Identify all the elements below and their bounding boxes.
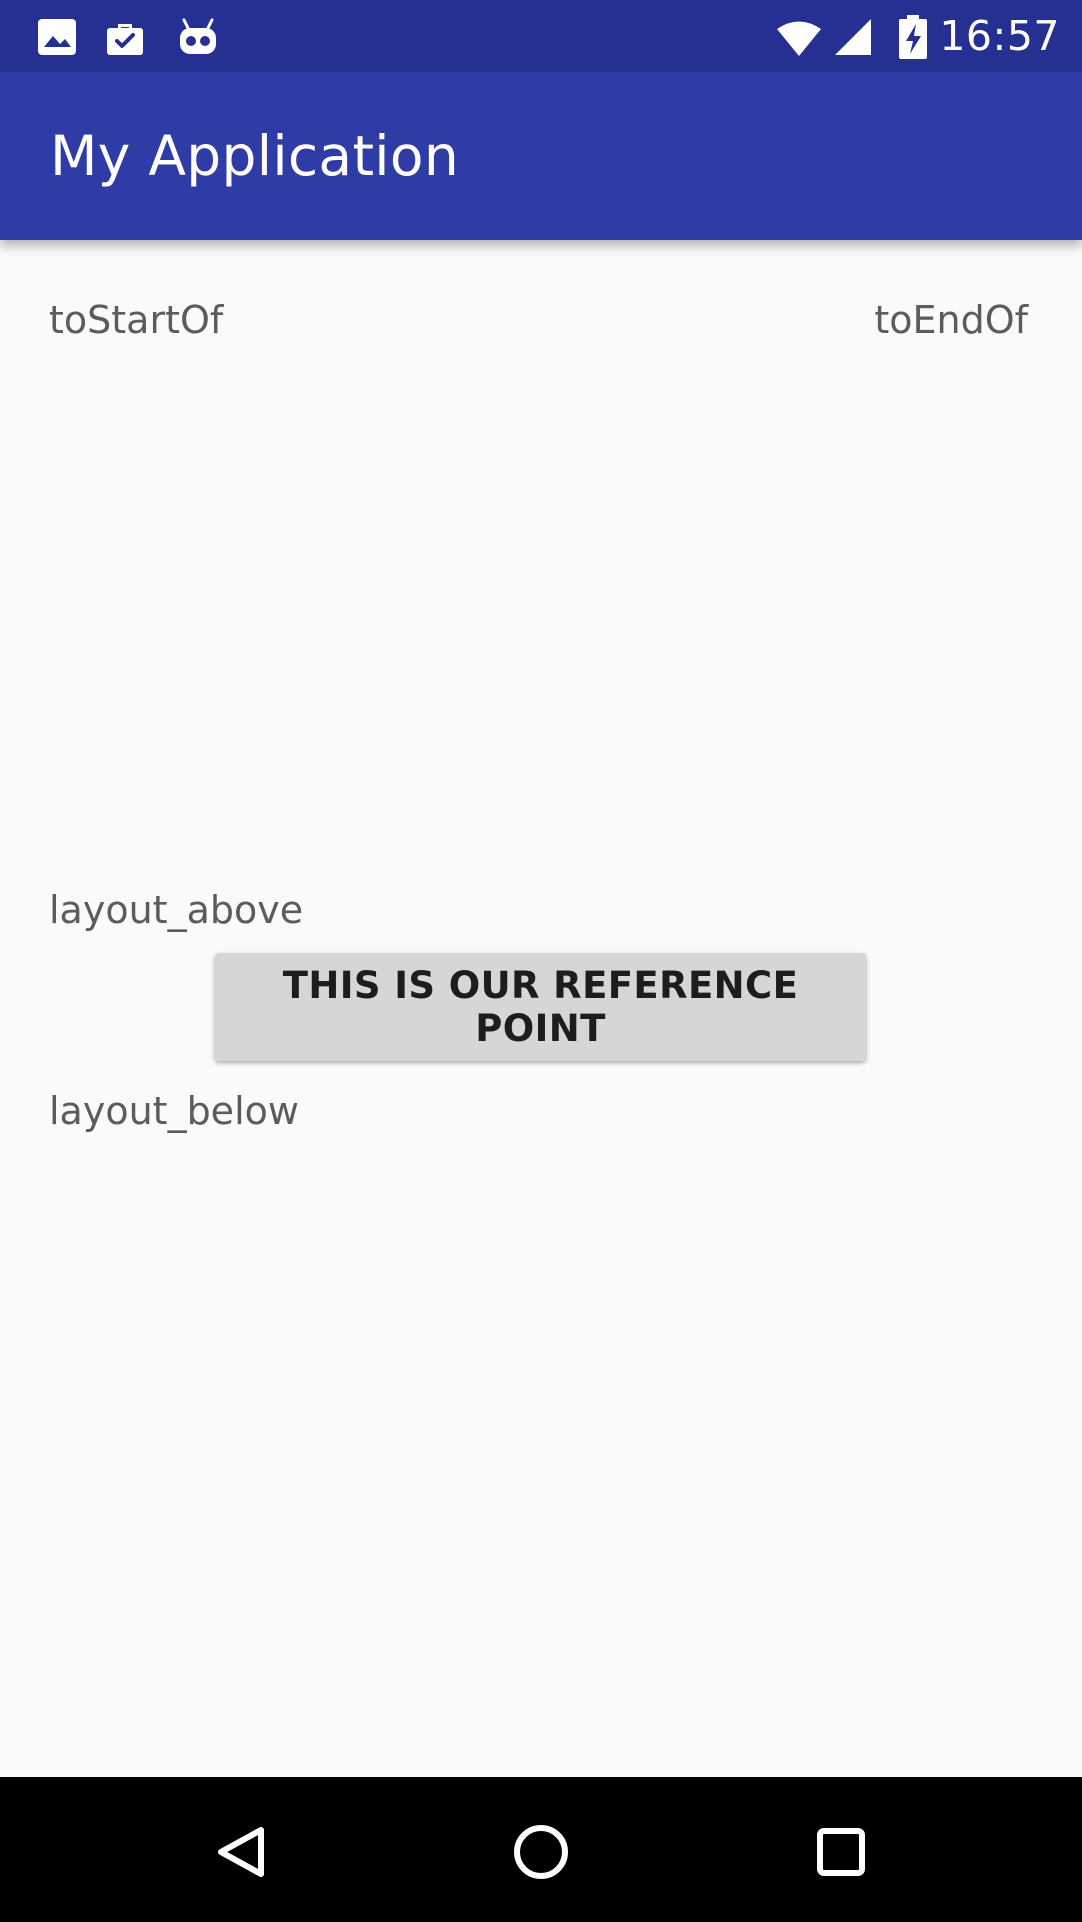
gallery-icon bbox=[38, 19, 76, 55]
battery-charging-icon bbox=[899, 15, 927, 59]
recents-icon bbox=[817, 1828, 865, 1876]
robot-icon bbox=[180, 18, 216, 54]
back-button[interactable] bbox=[197, 1807, 287, 1897]
layout-below-label: layout_below bbox=[49, 1089, 299, 1133]
recents-button[interactable] bbox=[796, 1807, 886, 1897]
reference-point-button[interactable]: THIS IS OUR REFERENCE POINT bbox=[215, 953, 866, 1061]
android-screen: 16:57 My Application toStartOf toEndOf l… bbox=[0, 0, 1082, 1922]
app-title: My Application bbox=[50, 124, 459, 188]
back-icon bbox=[218, 1827, 264, 1877]
status-time: 16:57 bbox=[939, 12, 1060, 60]
wifi-icon bbox=[777, 21, 821, 56]
cell-signal-icon bbox=[835, 19, 871, 55]
navigation-bar bbox=[0, 1777, 1082, 1922]
app-bar: My Application bbox=[0, 72, 1082, 240]
main-content: toStartOf toEndOf layout_above THIS IS O… bbox=[0, 240, 1082, 1777]
home-icon bbox=[514, 1825, 568, 1879]
status-bar: 16:57 bbox=[0, 0, 1082, 72]
to-end-of-label: toEndOf bbox=[874, 298, 1028, 342]
home-button[interactable] bbox=[496, 1807, 586, 1897]
to-start-of-label: toStartOf bbox=[49, 298, 224, 342]
work-briefcase-icon bbox=[107, 24, 143, 55]
layout-above-label: layout_above bbox=[49, 888, 304, 932]
